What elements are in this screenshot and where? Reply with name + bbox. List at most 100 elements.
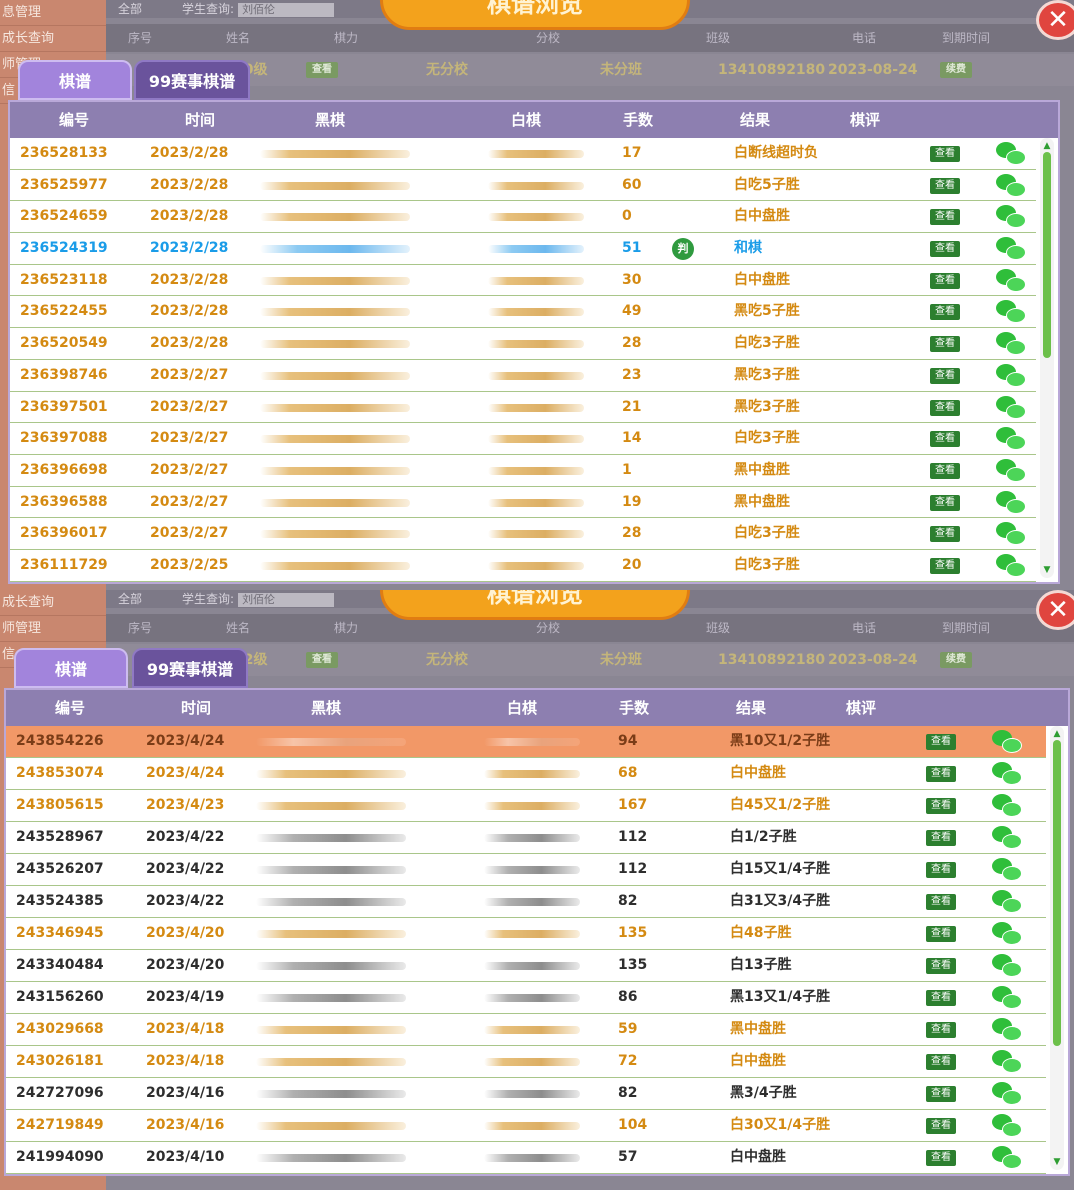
tab-99-event-records[interactable]: 99赛事棋谱: [132, 648, 248, 688]
tab-99-event-records[interactable]: 99赛事棋谱: [134, 60, 250, 100]
table-row[interactable]: 243854226 2023/4/24 94 黑10又1/2子胜 查看: [6, 726, 1046, 758]
wechat-share-icon[interactable]: [996, 173, 1028, 198]
wechat-share-icon[interactable]: [996, 237, 1028, 261]
view-button[interactable]: 查看: [930, 209, 960, 226]
wechat-share-icon[interactable]: [996, 458, 1028, 483]
view-button[interactable]: 查看: [926, 1022, 956, 1038]
wechat-share-icon[interactable]: [996, 142, 1028, 166]
close-button[interactable]: ✕: [1036, 0, 1074, 40]
sidebar-item[interactable]: 成长查询: [0, 26, 106, 52]
scroll-down-icon[interactable]: ▼: [1041, 564, 1053, 576]
vertical-scrollbar[interactable]: ▲ ▼: [1040, 138, 1054, 578]
wechat-share-icon[interactable]: [992, 890, 1024, 914]
wechat-share-icon[interactable]: [992, 1050, 1024, 1074]
wechat-share-icon[interactable]: [992, 1146, 1024, 1170]
table-row[interactable]: 243524385 2023/4/22 82 白31又3/4子胜 查看: [6, 886, 1046, 918]
table-row[interactable]: 242727096 2023/4/16 82 黑3/4子胜 查看: [6, 1078, 1046, 1110]
wechat-share-icon[interactable]: [992, 826, 1024, 850]
background-column-header[interactable]: 棋力: [334, 24, 358, 52]
view-button[interactable]: 查看: [926, 1054, 956, 1070]
scroll-up-icon[interactable]: ▲: [1051, 728, 1063, 740]
view-button[interactable]: 查看: [930, 146, 960, 162]
view-button[interactable]: 查看: [926, 894, 956, 910]
wechat-share-icon[interactable]: [996, 268, 1028, 293]
filter-all-label[interactable]: 全部: [118, 2, 142, 16]
table-row[interactable]: 236528133 2023/2/28 17 白断线超时负 查看: [10, 138, 1036, 170]
view-button[interactable]: 查看: [926, 1118, 956, 1134]
background-column-header[interactable]: 棋力: [334, 614, 358, 642]
background-student-row[interactable]: 伦20级查看无分校未分班134108921802023-08-24续费: [106, 54, 1074, 86]
table-row[interactable]: 236398746 2023/2/27 23 黑吃3子胜 查看: [10, 360, 1036, 392]
view-button[interactable]: 查看: [926, 1150, 956, 1166]
renew-button[interactable]: 续费: [940, 62, 972, 78]
view-button[interactable]: 查看: [926, 766, 956, 782]
background-column-header[interactable]: 班级: [706, 24, 730, 52]
view-button[interactable]: 查看: [930, 304, 960, 321]
wechat-share-icon[interactable]: [992, 1018, 1024, 1042]
view-button[interactable]: 查看: [930, 462, 960, 479]
wechat-share-icon[interactable]: [992, 794, 1024, 818]
view-button[interactable]: 查看: [926, 830, 956, 846]
scroll-down-icon[interactable]: ▼: [1051, 1156, 1063, 1168]
wechat-share-icon[interactable]: [992, 922, 1024, 946]
wechat-share-icon[interactable]: [992, 954, 1024, 978]
table-row[interactable]: 236522455 2023/2/28 49 黑吃5子胜 查看: [10, 296, 1036, 329]
view-button[interactable]: 查看: [926, 1086, 956, 1102]
view-button[interactable]: 查看: [930, 272, 960, 289]
view-button[interactable]: 查看: [930, 177, 960, 194]
sidebar-item[interactable]: 师管理: [0, 616, 106, 642]
wechat-share-icon[interactable]: [992, 762, 1024, 786]
table-row[interactable]: 243528967 2023/4/22 112 白1/2子胜 查看: [6, 822, 1046, 854]
table-row[interactable]: 236111729 2023/2/25 20 白吃3子胜 查看: [10, 550, 1036, 582]
filter-all-label[interactable]: 全部: [118, 592, 142, 606]
table-row[interactable]: 236396698 2023/2/27 1 黑中盘胜 查看: [10, 455, 1036, 487]
wechat-share-icon[interactable]: [996, 363, 1028, 388]
table-row[interactable]: 236525977 2023/2/28 60 白吃5子胜 查看: [10, 170, 1036, 202]
wechat-share-icon[interactable]: [992, 1114, 1024, 1138]
background-column-header[interactable]: 序号: [128, 614, 152, 642]
table-row[interactable]: 236523118 2023/2/28 30 白中盘胜 查看: [10, 265, 1036, 297]
table-row[interactable]: 236524319 2023/2/28 51 判和棋 查看: [10, 233, 1036, 265]
view-button[interactable]: 查看: [930, 526, 960, 543]
view-button[interactable]: 查看: [930, 399, 960, 416]
view-button[interactable]: 查看: [930, 241, 960, 258]
student-search-input[interactable]: 刘佰伦: [238, 2, 335, 17]
view-button[interactable]: 查看: [306, 62, 338, 78]
table-row[interactable]: 236397501 2023/2/27 21 黑吃3子胜 查看: [10, 392, 1036, 424]
view-button[interactable]: 查看: [926, 926, 956, 942]
view-button[interactable]: 查看: [926, 798, 956, 814]
wechat-share-icon[interactable]: [996, 300, 1028, 324]
table-row[interactable]: 236396588 2023/2/27 19 黑中盘胜 查看: [10, 487, 1036, 519]
view-button[interactable]: 查看: [930, 336, 960, 353]
close-button[interactable]: ✕: [1036, 590, 1074, 630]
scrollbar-thumb[interactable]: [1043, 152, 1051, 358]
wechat-share-icon[interactable]: [996, 490, 1028, 515]
student-search-input[interactable]: 刘佰伦: [238, 592, 335, 607]
vertical-scrollbar[interactable]: ▲ ▼: [1050, 726, 1064, 1170]
wechat-share-icon[interactable]: [992, 858, 1024, 882]
background-column-header[interactable]: 到期时间: [942, 614, 990, 642]
table-row[interactable]: 243340484 2023/4/20 135 白13子胜 查看: [6, 950, 1046, 982]
view-button[interactable]: 查看: [930, 431, 960, 448]
view-button[interactable]: 查看: [930, 367, 960, 384]
background-column-header[interactable]: 序号: [128, 24, 152, 52]
table-row[interactable]: 241994090 2023/4/10 57 白中盘胜 查看: [6, 1142, 1046, 1174]
table-row[interactable]: 236396017 2023/2/27 28 白吃3子胜 查看: [10, 518, 1036, 550]
scroll-up-icon[interactable]: ▲: [1041, 140, 1053, 152]
table-row[interactable]: 243156260 2023/4/19 86 黑13又1/4子胜 查看: [6, 982, 1046, 1014]
scrollbar-thumb[interactable]: [1053, 740, 1061, 1046]
table-row[interactable]: 236520549 2023/2/28 28 白吃3子胜 查看: [10, 328, 1036, 360]
table-row[interactable]: 243026181 2023/4/18 72 白中盘胜 查看: [6, 1046, 1046, 1078]
table-row[interactable]: 243805615 2023/4/23 167 白45又1/2子胜 查看: [6, 790, 1046, 822]
background-student-row[interactable]: 伦12级查看无分校未分班134108921802023-08-24续费: [106, 644, 1074, 676]
table-row[interactable]: 243346945 2023/4/20 135 白48子胜 查看: [6, 918, 1046, 950]
tab-game-records[interactable]: 棋谱: [18, 60, 132, 100]
table-row[interactable]: 236524659 2023/2/28 0 白中盘胜 查看: [10, 201, 1036, 234]
wechat-share-icon[interactable]: [992, 730, 1024, 754]
wechat-share-icon[interactable]: [996, 395, 1028, 420]
background-column-header[interactable]: 姓名: [226, 614, 250, 642]
table-row[interactable]: 243029668 2023/4/18 59 黑中盘胜 查看: [6, 1014, 1046, 1046]
table-row[interactable]: 236397088 2023/2/27 14 白吃3子胜 查看: [10, 423, 1036, 455]
view-button[interactable]: 查看: [926, 734, 956, 750]
view-button[interactable]: 查看: [306, 652, 338, 668]
